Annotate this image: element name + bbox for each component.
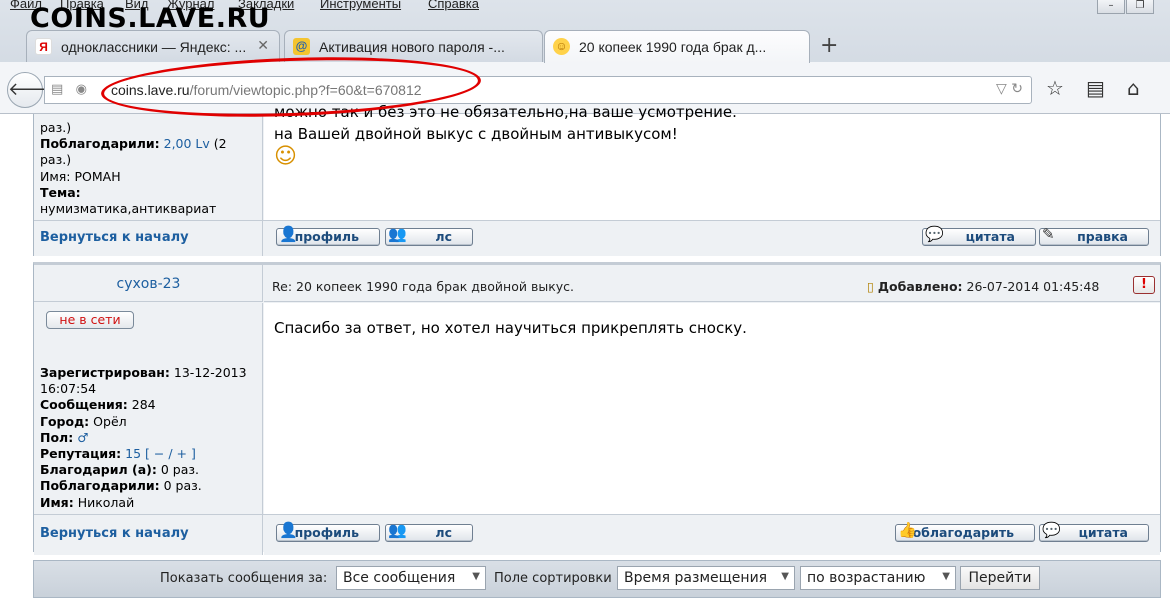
url-host: coins.lave.ru <box>111 82 190 98</box>
reputation-vote[interactable]: [ − / + ] <box>145 446 196 461</box>
reputation-row: Репутация: 15 [ − / + ] <box>40 446 196 462</box>
smiley-icon: ☺ <box>274 144 297 169</box>
thank-button[interactable]: 👍 поблагодарить <box>895 521 1035 542</box>
offline-badge: не в сети <box>46 311 134 329</box>
tab-label: Активация нового пароля -... <box>319 39 505 55</box>
smiley-favicon-icon: ☺ <box>553 38 570 55</box>
post-date: ▯ Добавлено: 26-07-2014 01:45:48 <box>867 279 1100 294</box>
go-button[interactable]: Перейти <box>960 566 1040 590</box>
edit-button[interactable]: ✎ правка <box>1039 225 1149 246</box>
post-1-footer-right: 👤 профиль 👥 лс 💬 цитата ✎ правка <box>264 221 1160 256</box>
thanked-row: Благодарил (а): 0 раз. <box>40 462 199 478</box>
show-posts-select[interactable]: Все сообщения ▼ <box>336 566 486 590</box>
address-bar[interactable]: ▤ ◉ coins.lave.ru/forum/viewtopic.php?f=… <box>44 76 1032 104</box>
reload-icon[interactable]: ▽ ↻ <box>996 81 1023 97</box>
post-2-user-info: не в сети Зарегистрирован: 13-12-2013 16… <box>34 303 263 514</box>
post-1-body: можно так и без это не обязательно,на ва… <box>264 103 1160 220</box>
chevron-down-icon: ▼ <box>942 571 950 582</box>
reputation-link[interactable]: 15 <box>125 446 141 461</box>
menu-tools[interactable]: Инструменты <box>320 0 401 11</box>
sort-order-select[interactable]: по возрастанию ▼ <box>800 566 956 590</box>
url-text: coins.lave.ru/forum/viewtopic.php?f=60&t… <box>111 82 422 98</box>
chevron-down-icon: ▼ <box>472 571 480 582</box>
menu-help[interactable]: Справка <box>428 0 479 11</box>
forum-content: раз.) Поблагодарили: 2,00 Lv (2 раз.) Им… <box>0 103 1170 604</box>
pm-button[interactable]: 👥 лс <box>385 225 473 246</box>
new-tab-icon[interactable]: + <box>820 33 838 58</box>
profile-button[interactable]: 👤 профиль <box>276 521 380 542</box>
profile-button[interactable]: 👤 профиль <box>276 225 380 246</box>
mail-at-favicon-icon: @ <box>293 38 310 55</box>
tab-coins-forum[interactable]: ☺ 20 копеек 1990 года брак д... <box>544 30 810 63</box>
home-icon[interactable]: ⌂ <box>1127 76 1140 100</box>
post-subject: Re: 20 копеек 1990 года брак двойной вык… <box>272 279 574 294</box>
browser-chrome: Файл Правка Вид Журнал Закладки Инструме… <box>0 0 1170 114</box>
yandex-favicon-icon: Я <box>35 38 52 55</box>
post-1: раз.) Поблагодарили: 2,00 Lv (2 раз.) Им… <box>33 103 1161 256</box>
user-line: Имя: РОМАН <box>40 168 121 184</box>
thanks-amount-link[interactable]: 2,00 Lv <box>164 136 210 151</box>
back-to-top-link[interactable]: Вернуться к началу <box>40 526 189 542</box>
site-identity-icon[interactable]: ▤ ◉ <box>51 82 87 97</box>
tab-label: 20 копеек 1990 года брак д... <box>579 39 767 55</box>
tab-yandex[interactable]: Я одноклассники — Яндекс: ... ✕ <box>26 30 280 62</box>
post-1-message-partial: можно так и без это не обязательно,на ва… <box>274 103 737 121</box>
users-icon: 👥 <box>388 521 407 539</box>
post-2-footer-right: 👤 профиль 👥 лс 👍 поблагодарить 💬 цитата <box>264 515 1160 555</box>
user-line: Поблагодарили: 2,00 Lv (2 раз.) <box>40 136 227 168</box>
minimize-icon[interactable]: – <box>1097 0 1125 14</box>
back-to-top-link[interactable]: Вернуться к началу <box>40 230 189 246</box>
registered-row: Зарегистрирован: 13-12-2013 16:07:54 <box>40 365 247 397</box>
chevron-down-icon: ▼ <box>781 571 789 582</box>
post-2: сухов-23 Re: 20 копеек 1990 года брак дв… <box>33 262 1161 555</box>
user-line: раз.) <box>40 120 72 135</box>
report-button[interactable]: ! <box>1133 276 1155 294</box>
tab-strip: Я одноклассники — Яндекс: ... ✕ @ Актива… <box>0 30 1170 63</box>
male-icon: ♂ <box>77 429 89 445</box>
author-name-link[interactable]: сухов-23 <box>34 276 263 292</box>
user-icon: 👤 <box>279 521 298 539</box>
post-2-footer-left: Вернуться к началу <box>34 515 263 555</box>
sort-bar: Показать сообщения за: Все сообщения ▼ По… <box>33 560 1161 598</box>
speech-bubble-icon: 💬 <box>1042 521 1061 539</box>
document-icon: ▯ <box>867 279 874 294</box>
post-2-message: Спасибо за ответ, но хотел научиться при… <box>274 319 747 337</box>
user-line: нумизматика,антиквариат <box>40 201 217 217</box>
post-2-body: Спасибо за ответ, но хотел научиться при… <box>264 303 1160 514</box>
tab-password-activation[interactable]: @ Активация нового пароля -... <box>284 30 543 62</box>
quote-button[interactable]: 💬 цитата <box>1039 521 1149 542</box>
bookmarks-list-icon[interactable]: ▤ <box>1086 76 1105 100</box>
tab-label: одноклассники — Яндекс: ... <box>61 39 247 55</box>
back-arrow-icon[interactable]: 🡐 <box>7 72 56 108</box>
users-icon: 👥 <box>388 225 407 243</box>
name-row: Имя: Николай <box>40 494 135 510</box>
show-posts-label: Показать сообщения за: <box>160 571 328 586</box>
url-path: /forum/viewtopic.php?f=60&t=670812 <box>189 82 422 98</box>
thumbs-up-icon: 👍 <box>898 521 917 539</box>
city-row: Город: Орёл <box>40 413 127 429</box>
post-2-author-cell: сухов-23 <box>34 265 263 302</box>
sort-field-select[interactable]: Время размещения ▼ <box>617 566 795 590</box>
close-tab-icon[interactable]: ✕ <box>257 37 269 54</box>
maximize-icon[interactable]: ❐ <box>1126 0 1154 14</box>
post-1-user-info: раз.) Поблагодарили: 2,00 Lv (2 раз.) Им… <box>34 114 263 220</box>
thanked-by-row: Поблагодарили: 0 раз. <box>40 478 202 494</box>
pencil-icon: ✎ <box>1042 225 1055 243</box>
speech-bubble-icon: 💬 <box>925 225 944 243</box>
post-1-message: на Вашей двойной выкус с двойным антивык… <box>274 125 678 143</box>
post-1-footer-left: Вернуться к началу <box>34 221 263 256</box>
bookmark-star-icon[interactable]: ☆ <box>1046 76 1064 100</box>
user-line: Тема: <box>40 184 81 200</box>
user-icon: 👤 <box>279 225 298 243</box>
quote-button[interactable]: 💬 цитата <box>922 225 1036 246</box>
pm-button[interactable]: 👥 лс <box>385 521 473 542</box>
post-2-header: Re: 20 копеек 1990 года брак двойной вык… <box>264 265 1160 302</box>
sort-field-label: Поле сортировки <box>494 571 612 586</box>
gender-row: Пол: ♂ <box>40 429 89 445</box>
posts-row: Сообщения: 284 <box>40 397 156 413</box>
